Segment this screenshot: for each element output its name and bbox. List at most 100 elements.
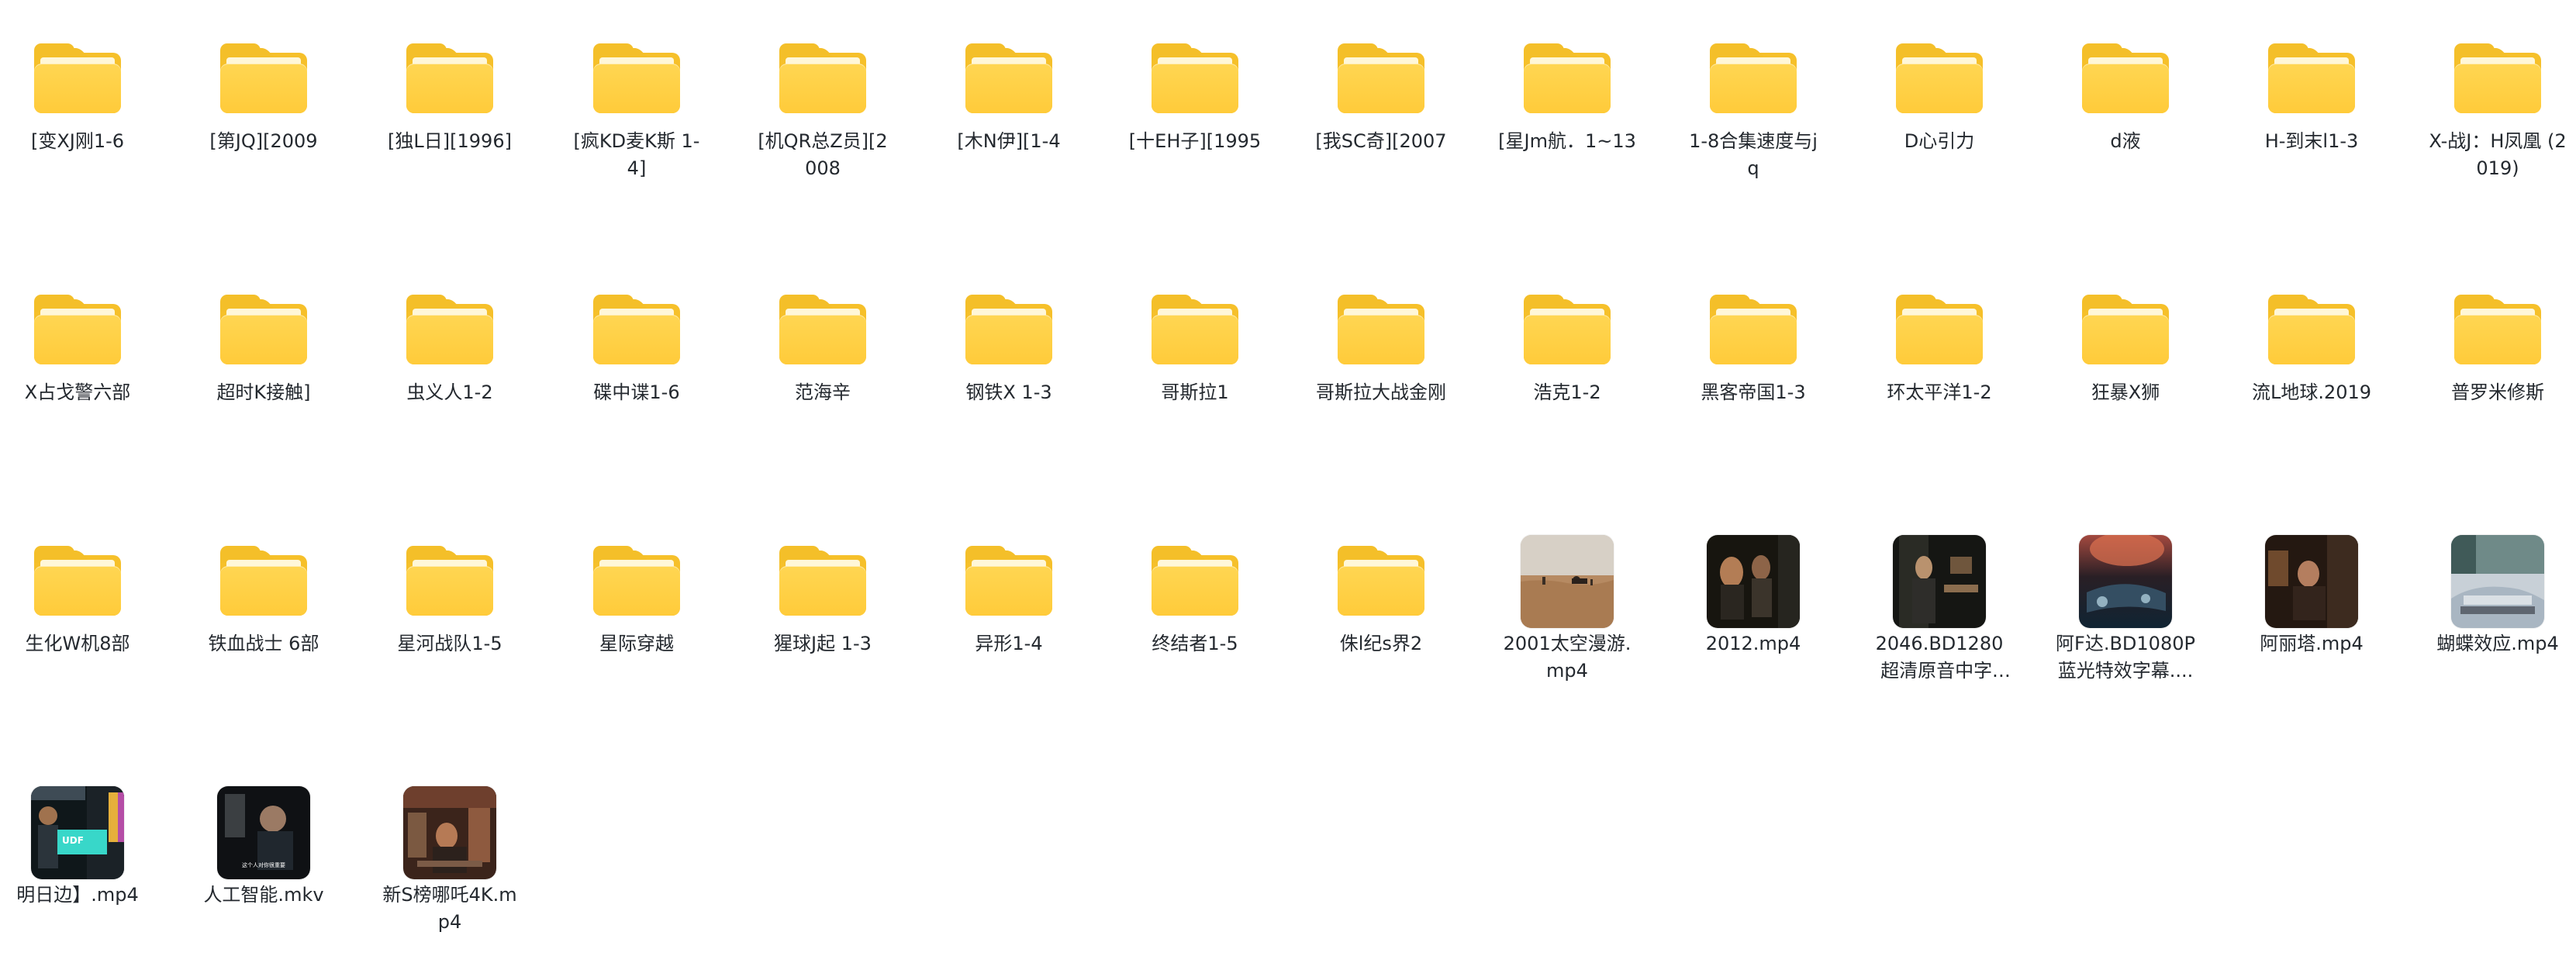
item-thumbnail <box>1335 284 1428 377</box>
video-file-item[interactable]: 蝴蝶效应.mp4 <box>2424 502 2571 712</box>
item-thumbnail <box>1148 535 1241 628</box>
folder-icon <box>2454 295 2541 364</box>
item-thumbnail <box>776 284 869 377</box>
folder-icon <box>1338 546 1424 616</box>
folder-name: 范海辛 <box>795 381 851 403</box>
video-file-item[interactable]: 阿F达.BD1080P蓝光特效字幕.... <box>2052 502 2199 712</box>
folder-item[interactable]: [变XJ刚1-6 <box>4 0 151 209</box>
folder-icon <box>965 546 1052 616</box>
folder-item[interactable]: 终结者1-5 <box>1121 502 1269 712</box>
item-thumbnail: UDF <box>31 786 124 879</box>
folder-name: 铁血战士 6部 <box>208 633 319 654</box>
video-thumbnail <box>1521 535 1614 628</box>
folder-item[interactable]: H-到末l1-3 <box>2238 0 2385 209</box>
folder-item[interactable]: 星际穿越 <box>563 502 710 712</box>
folder-item[interactable]: 哥斯拉大战金刚 <box>1307 251 1455 461</box>
folder-name: [第JQ][2009 <box>209 130 318 152</box>
folder-icon <box>1338 43 1424 113</box>
folder-item[interactable]: [第JQ][2009 <box>190 0 337 209</box>
video-file-item[interactable]: 这个人对你很重要 人工智能.mkv <box>190 754 337 963</box>
folder-name: 狂暴X狮 <box>2091 381 2160 403</box>
folder-item[interactable]: X占戈警六部 <box>4 251 151 461</box>
item-thumbnail <box>1893 535 1986 628</box>
folder-item[interactable]: 黑客帝国1-3 <box>1680 251 1827 461</box>
folder-item[interactable]: [星Jm航．1~13 <box>1493 0 1641 209</box>
svg-text:UDF: UDF <box>62 835 84 846</box>
folder-item[interactable]: d液 <box>2052 0 2199 209</box>
folder-name: 超时K接触] <box>216 381 311 403</box>
folder-icon <box>406 43 493 113</box>
item-thumbnail <box>1707 284 1800 377</box>
folder-item[interactable]: 狂暴X狮 <box>2052 251 2199 461</box>
folder-item[interactable]: [疯KD麦K斯 1-4] <box>563 0 710 209</box>
video-file-item[interactable]: 2001太空漫游.mp4 <box>1493 502 1641 712</box>
folder-name: 侏l纪s界2 <box>1339 633 1423 654</box>
item-thumbnail <box>1707 535 1800 628</box>
folder-item[interactable]: 1-8合集速度与jq <box>1680 0 1827 209</box>
folder-item[interactable]: [机QR总Z员][2008 <box>749 0 896 209</box>
folder-item[interactable]: 范海辛 <box>749 251 896 461</box>
item-thumbnail <box>962 535 1055 628</box>
folder-name: [我SC奇][2007 <box>1315 130 1447 152</box>
folder-name: 生化W机8部 <box>25 633 130 654</box>
item-thumbnail <box>2079 33 2172 126</box>
folder-item[interactable]: [我SC奇][2007 <box>1307 0 1455 209</box>
folder-item[interactable]: 环太平洋1-2 <box>1866 251 2013 461</box>
folder-item[interactable]: 生化W机8部 <box>4 502 151 712</box>
folder-name: [独L日][1996] <box>388 130 512 152</box>
video-file-item[interactable]: 2012.mp4 <box>1680 502 1827 712</box>
folder-item[interactable]: 碟中谍1-6 <box>563 251 710 461</box>
folder-name: 普罗米修斯 <box>2451 381 2544 403</box>
folder-icon <box>34 546 121 616</box>
item-thumbnail <box>2265 535 2358 628</box>
file-name: 阿F达.BD1080P蓝光特效字幕.... <box>2056 633 2195 682</box>
folder-icon <box>779 295 866 364</box>
video-frame-image: UDF <box>31 786 124 879</box>
folder-name: 星河战队1-5 <box>397 633 502 654</box>
folder-item[interactable]: 虫义人1-2 <box>376 251 523 461</box>
item-thumbnail <box>2451 33 2544 126</box>
folder-item[interactable]: 钢铁X 1-3 <box>935 251 1083 461</box>
video-file-item[interactable]: 阿丽塔.mp4 <box>2238 502 2385 712</box>
folder-item[interactable]: 哥斯拉1 <box>1121 251 1269 461</box>
folder-item[interactable]: 铁血战士 6部 <box>190 502 337 712</box>
folder-name: H-到末l1-3 <box>2264 130 2359 152</box>
folder-name: 碟中谍1-6 <box>593 381 680 403</box>
video-thumbnail <box>2079 535 2172 628</box>
folder-item[interactable]: D心引力 <box>1866 0 2013 209</box>
folder-item[interactable]: [独L日][1996] <box>376 0 523 209</box>
item-thumbnail <box>590 33 683 126</box>
folder-item[interactable]: 流L地球.2019 <box>2238 251 2385 461</box>
folder-item[interactable]: 浩克1-2 <box>1493 251 1641 461</box>
item-thumbnail <box>403 284 496 377</box>
folder-icon <box>2454 43 2541 113</box>
item-thumbnail <box>1148 33 1241 126</box>
item-thumbnail <box>2451 284 2544 377</box>
video-file-item[interactable]: 2046.BD1280超清原音中字.m... <box>1866 502 2013 712</box>
item-thumbnail <box>1148 284 1241 377</box>
folder-icon <box>1152 43 1238 113</box>
folder-icon <box>1896 43 1983 113</box>
folder-icon <box>779 43 866 113</box>
folder-item[interactable]: 猩球J起 1-3 <box>749 502 896 712</box>
folder-item[interactable]: [木N伊][1-4 <box>935 0 1083 209</box>
folder-name: [机QR总Z员][2008 <box>758 130 888 179</box>
folder-icon <box>593 295 680 364</box>
folder-icon <box>593 43 680 113</box>
item-thumbnail <box>403 33 496 126</box>
folder-item[interactable]: 侏l纪s界2 <box>1307 502 1455 712</box>
folder-item[interactable]: 普罗米修斯 <box>2424 251 2571 461</box>
folder-icon <box>34 295 121 364</box>
folder-item[interactable]: 异形1-4 <box>935 502 1083 712</box>
folder-item[interactable]: 星河战队1-5 <box>376 502 523 712</box>
file-name: 2046.BD1280超清原音中字.m... <box>1875 633 2004 682</box>
video-file-item[interactable]: 新S榜哪吒4K.mp4 <box>376 754 523 963</box>
item-thumbnail <box>31 284 124 377</box>
item-thumbnail <box>2265 33 2358 126</box>
item-thumbnail <box>1335 535 1428 628</box>
folder-item[interactable]: 超时K接触] <box>190 251 337 461</box>
folder-icon <box>1152 295 1238 364</box>
folder-item[interactable]: [十EH子][1995 <box>1121 0 1269 209</box>
folder-item[interactable]: X-战J：H凤凰 (2019) <box>2424 0 2571 209</box>
video-file-item[interactable]: UDF 明日边】.mp4 <box>4 754 151 963</box>
